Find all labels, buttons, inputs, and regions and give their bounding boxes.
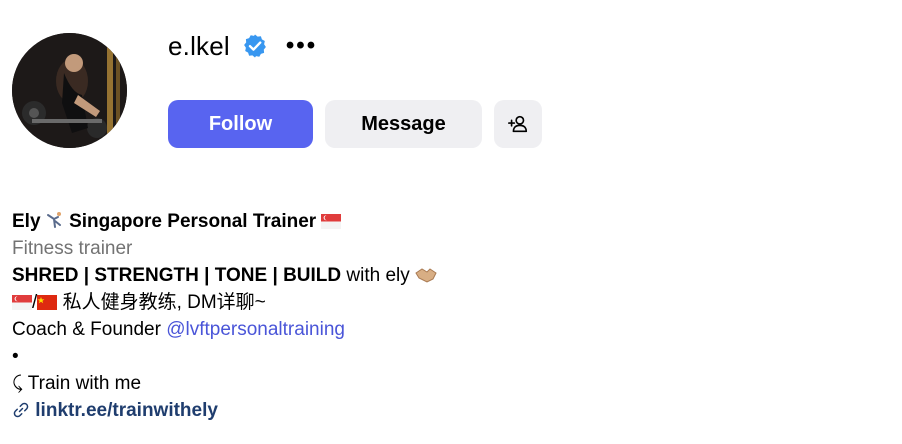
category-label: Fitness trainer	[12, 238, 133, 259]
curved-arrow-icon: ⤹	[12, 373, 23, 394]
external-link[interactable]: linktr.ee/trainwithely	[35, 400, 218, 421]
person-cartwheel-icon	[46, 212, 61, 228]
avatar-image	[12, 33, 127, 148]
bio-tagline: SHRED | STRENGTH | TONE | BUILD with ely	[12, 262, 872, 289]
add-user-icon	[508, 115, 528, 133]
mention-link[interactable]: @lvftpersonaltraining	[166, 319, 345, 340]
bio-link-line: linktr.ee/trainwithely	[12, 397, 872, 424]
avatar[interactable]	[12, 33, 127, 148]
message-button[interactable]: Message	[325, 100, 482, 148]
bio-founder-line: Coach & Founder @lvftpersonaltraining	[12, 316, 872, 343]
train-text: Train with me	[27, 373, 142, 394]
link-icon	[13, 402, 29, 418]
follow-button[interactable]: Follow	[168, 100, 313, 148]
bio-name-line: Ely Singapore Personal Trainer	[12, 208, 872, 235]
bio-chinese-text: 私人健身教练, DM详聊~	[62, 292, 266, 313]
handshake-icon	[415, 268, 437, 283]
profile-header: e.lkel •••	[168, 28, 317, 64]
profile-actions: Follow Message	[168, 100, 542, 148]
verified-badge-icon	[242, 33, 268, 59]
add-user-button[interactable]	[494, 100, 542, 148]
founder-prefix: Coach & Founder	[12, 319, 161, 340]
bio-chinese-line: / 私人健身教练, DM详聊~	[12, 289, 872, 316]
tagline-rest: with ely	[346, 265, 410, 286]
display-name: Ely	[12, 211, 41, 232]
display-name-title: Singapore Personal Trainer	[69, 211, 317, 232]
bio-bullet: •	[12, 346, 19, 367]
bio: Ely Singapore Personal Trainer Fitness t…	[12, 208, 872, 424]
china-flag-icon	[37, 295, 58, 310]
bio-train-line: ⤹ Train with me	[12, 370, 872, 397]
singapore-flag-icon	[321, 214, 342, 229]
more-horizontal-icon[interactable]: •••	[286, 34, 317, 58]
singapore-flag-icon	[12, 295, 32, 310]
tagline-bold: SHRED | STRENGTH | TONE | BUILD	[12, 265, 342, 286]
username: e.lkel	[168, 30, 230, 61]
